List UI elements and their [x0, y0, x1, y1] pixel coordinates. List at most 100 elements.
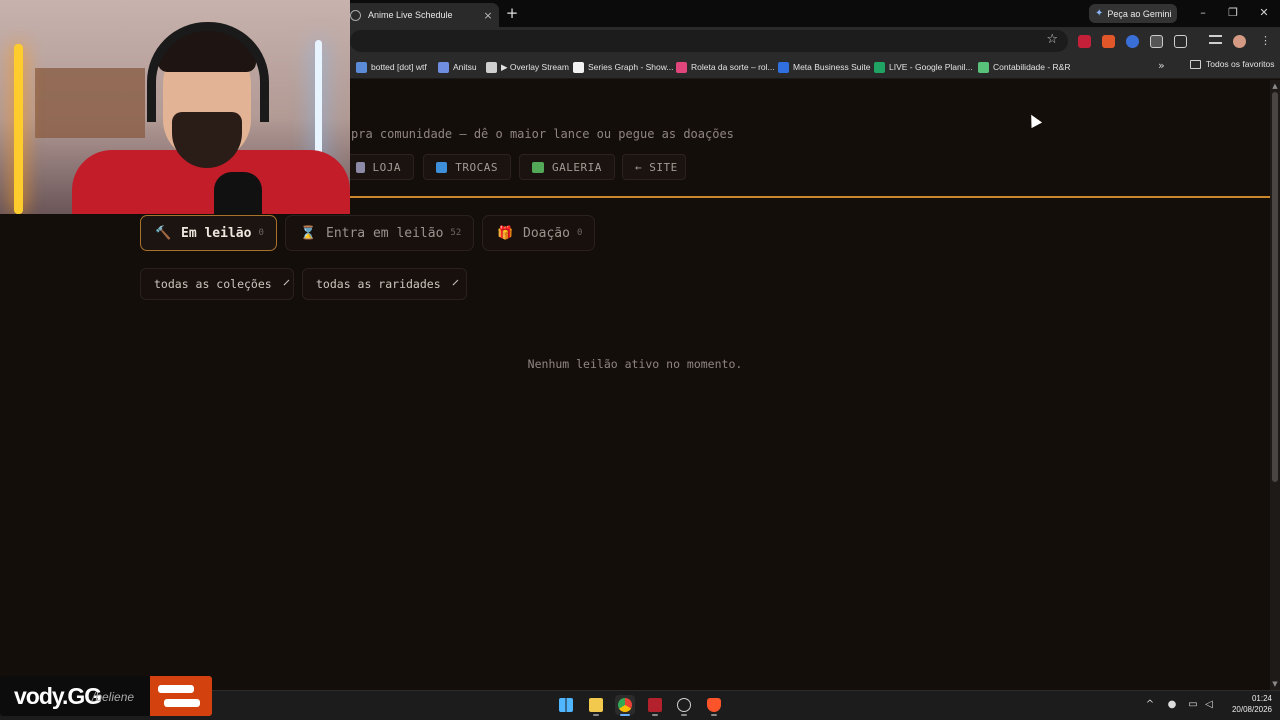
hourglass-icon: ⌛	[300, 225, 317, 241]
menu-kebab-icon[interactable]: ⋮	[1259, 35, 1272, 48]
bookmark-label: Contabilidade - R&R	[993, 62, 1071, 72]
gemini-button[interactable]: ✦ Peça ao Gemini	[1089, 4, 1177, 23]
globe-icon	[350, 9, 361, 21]
gift-icon: 🎁	[497, 225, 514, 241]
bookmarks-overflow-icon[interactable]: »	[1158, 59, 1165, 72]
new-tab-icon[interactable]: +	[504, 5, 520, 21]
webcam-light-left	[14, 44, 23, 214]
stream-app-icon[interactable]	[645, 695, 665, 716]
settings-glyph	[677, 698, 691, 712]
bookmark-roleta[interactable]: Roleta da sorte – rol...	[676, 59, 775, 75]
collection-filter-select[interactable]: todas as coleções	[140, 268, 294, 300]
volume-icon[interactable]: ◁	[1202, 699, 1216, 710]
bookmark-overlay-stream[interactable]: ▶ Overlay Stream	[486, 59, 569, 75]
extensions-puzzle-icon[interactable]	[1174, 35, 1187, 48]
logo-bar-bottom	[164, 699, 200, 707]
extension-gray-icon[interactable]	[1150, 35, 1163, 48]
running-indicator	[711, 714, 717, 716]
chevron-down-icon	[452, 279, 458, 285]
all-bookmarks-label: Todos os favoritos	[1206, 59, 1275, 69]
clock-time: 01:24	[1251, 694, 1272, 703]
brave-browser-icon[interactable]	[704, 695, 724, 716]
nav-galeria-button[interactable]: GALERIA	[519, 154, 615, 180]
tab-title: Anime Live Schedule	[368, 10, 453, 20]
minimize-icon[interactable]: –	[1193, 4, 1213, 22]
file-explorer-icon[interactable]	[586, 695, 606, 716]
extension-blue-icon[interactable]	[1126, 35, 1139, 48]
page-scrollbar[interactable]: ▲ ▼	[1270, 80, 1280, 690]
chevron-down-icon	[283, 279, 290, 285]
tab-doacao[interactable]: 🎁 Doação 0	[482, 215, 595, 251]
stream-app-glyph	[648, 698, 662, 712]
bookmark-favicon-icon	[486, 61, 497, 73]
webcam-overlay	[0, 0, 350, 214]
gallery-icon	[532, 161, 544, 173]
nav-trocas-button[interactable]: TROCAS	[423, 154, 511, 180]
gemini-sparkle-icon: ✦	[1095, 8, 1104, 19]
all-bookmarks-button[interactable]: Todos os favoritos	[1190, 59, 1275, 69]
bookmark-favicon-icon	[978, 61, 989, 73]
running-indicator	[681, 714, 687, 716]
extension-red-icon[interactable]	[1078, 35, 1091, 48]
tray-chevron-up-icon[interactable]: ^	[1143, 699, 1157, 710]
bookmark-favicon-icon	[778, 61, 789, 73]
nav-loja-button[interactable]: LOJA	[343, 154, 414, 180]
bookmark-label: botted [dot] wtf	[371, 62, 427, 72]
browser-tab-active[interactable]: Anime Live Schedule ×	[344, 3, 499, 27]
bookmark-anitsu[interactable]: Anitsu	[438, 59, 477, 75]
scroll-down-icon[interactable]: ▼	[1271, 680, 1279, 688]
empty-state-message: Nenhum leilão ativo no momento.	[527, 357, 743, 371]
tab-em-leilao[interactable]: 🔨 Em leilão 0	[140, 215, 277, 251]
restore-icon[interactable]: ❐	[1223, 4, 1243, 22]
running-indicator	[593, 714, 599, 716]
profile-avatar[interactable]	[1233, 35, 1246, 48]
nav-site-button[interactable]: ← SITE	[622, 154, 686, 180]
start-glyph	[559, 698, 573, 712]
microphone-tray-icon[interactable]: ●	[1165, 699, 1179, 710]
chrome-icon[interactable]	[615, 695, 635, 716]
clock-date: 20/08/2026	[1231, 705, 1272, 714]
extension-orange-icon[interactable]	[1102, 35, 1115, 48]
bookmark-series-graph[interactable]: Series Graph - Show...	[573, 59, 674, 75]
media-control-icon[interactable]	[1209, 35, 1222, 44]
bookmark-favicon-icon	[356, 61, 367, 73]
network-icon[interactable]: ▭	[1186, 699, 1200, 710]
close-window-icon[interactable]: ✕	[1254, 4, 1274, 22]
logo-subtext: /beliene	[92, 690, 135, 704]
logo-bar-top	[158, 685, 194, 693]
bookmark-botted[interactable]: botted [dot] wtf	[356, 59, 427, 75]
bookmark-label: ▶ Overlay Stream	[501, 61, 569, 72]
screen: Anime Live Schedule × + ✦ Peça ao Gemini…	[0, 0, 1280, 720]
bookmark-label: Roleta da sorte – rol...	[691, 62, 775, 72]
collection-filter-value: todas as coleções	[154, 277, 272, 291]
folder-icon	[1190, 59, 1201, 69]
tab-label: Doação	[523, 225, 570, 241]
nav-label: LOJA	[372, 160, 401, 174]
bookmark-google-sheets[interactable]: LIVE - Google Planil...	[874, 59, 973, 75]
tab-entra-em-leilao[interactable]: ⌛ Entra em leilão 52	[285, 215, 474, 251]
nav-label: GALERIA	[552, 160, 602, 174]
cart-icon	[356, 161, 365, 173]
windows-start-icon[interactable]	[556, 695, 576, 715]
tab-label: Em leilão	[181, 225, 252, 241]
rarity-filter-select[interactable]: todas as raridades	[302, 268, 467, 300]
tab-count: 0	[576, 228, 583, 238]
rarity-filter-value: todas as raridades	[316, 277, 441, 291]
scroll-up-icon[interactable]: ▲	[1271, 82, 1279, 90]
microphone-icon	[214, 172, 262, 214]
bookmark-meta-business[interactable]: Meta Business Suite	[778, 59, 870, 75]
bookmark-contabilidade[interactable]: Contabilidade - R&R	[978, 59, 1070, 75]
bookmark-star-icon[interactable]: ☆	[1046, 32, 1058, 47]
stream-logo-overlay: vody.GG /beliene	[0, 676, 212, 716]
brave-glyph	[707, 698, 721, 712]
nav-label: TROCAS	[455, 160, 498, 174]
system-clock[interactable]: 01:24 20/08/2026	[1222, 693, 1272, 715]
folder-glyph	[589, 698, 603, 712]
scrollbar-thumb[interactable]	[1272, 92, 1278, 482]
address-bar[interactable]: ☆	[350, 30, 1068, 52]
tab-close-icon[interactable]: ×	[481, 9, 495, 22]
active-indicator	[620, 714, 630, 716]
tab-count: 52	[450, 228, 462, 238]
tab-count: 0	[258, 228, 264, 238]
settings-app-icon[interactable]	[674, 695, 694, 716]
